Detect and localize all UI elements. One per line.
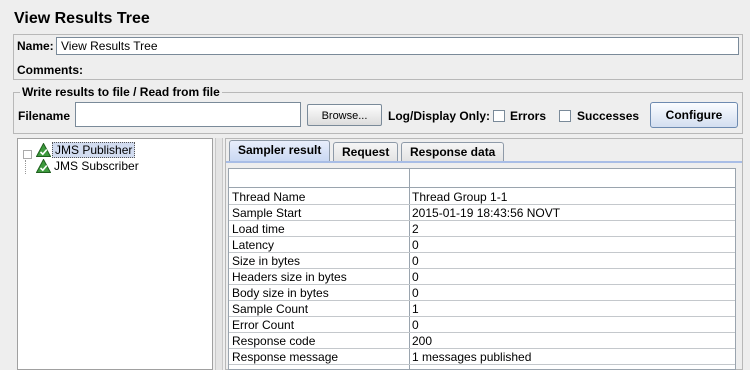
table-row: Response message 1 messages published <box>229 349 735 365</box>
row-key: Sample Count <box>232 302 309 316</box>
configure-button[interactable]: Configure <box>650 102 738 128</box>
row-key: Response code <box>232 334 316 348</box>
successes-label: Successes <box>577 109 640 123</box>
table-row: Sample Start 2015-01-19 18:43:56 NOVT <box>229 205 735 221</box>
row-key: Body size in bytes <box>232 286 329 300</box>
browse-button[interactable]: Browse... <box>307 104 382 126</box>
row-value: 1 messages published <box>412 350 532 364</box>
row-key: Load time <box>232 222 285 236</box>
errors-checkbox[interactable] <box>493 110 505 122</box>
row-value: 0 <box>412 254 419 268</box>
name-comments-panel: Name: Comments: <box>13 34 743 80</box>
row-key: Response message <box>232 350 339 364</box>
table-row: Response code 200 <box>229 333 735 349</box>
row-key: Sample Start <box>232 206 302 220</box>
tree-connector-line <box>25 160 26 174</box>
table-row: Size in bytes 0 <box>229 253 735 269</box>
row-value: 200 <box>412 334 433 348</box>
row-value: 0 <box>412 238 419 252</box>
row-value: 2 <box>412 222 419 236</box>
sampler-result-table[interactable]: Thread Name Thread Group 1-1 Sample Star… <box>228 168 736 370</box>
row-key: Latency <box>232 238 275 252</box>
successes-checkbox[interactable] <box>559 110 571 122</box>
tree-item-label: JMS Subscriber <box>54 159 139 173</box>
tab-response-data[interactable]: Response data <box>401 142 505 162</box>
tree-root-toggle[interactable] <box>23 150 32 159</box>
table-row: Body size in bytes 0 <box>229 285 735 301</box>
row-value: 0 <box>412 318 419 332</box>
row-key: Thread Name <box>232 190 306 204</box>
row-value: Thread Group 1-1 <box>412 190 508 204</box>
row-value: 0 <box>412 286 419 300</box>
errors-label: Errors <box>510 109 547 123</box>
filename-label: Filename <box>18 109 71 123</box>
table-row: Latency 0 <box>229 237 735 253</box>
tab-strip-underline <box>226 161 742 163</box>
tree-item-label: JMS Publisher <box>52 142 136 158</box>
row-key: Size in bytes <box>232 254 301 268</box>
success-sampler-icon <box>36 159 51 173</box>
log-display-only-label: Log/Display Only: <box>388 109 491 123</box>
page-title: View Results Tree <box>14 10 150 27</box>
name-field[interactable] <box>56 37 739 55</box>
table-row: Load time 2 <box>229 221 735 237</box>
table-row: Error Count 0 <box>229 317 735 333</box>
write-results-title: Write results to file / Read from file <box>20 85 222 99</box>
row-key: Error Count <box>232 318 295 332</box>
table-header-row <box>229 169 735 188</box>
tab-sampler-result[interactable]: Sampler result <box>229 140 331 163</box>
tab-request[interactable]: Request <box>333 142 399 162</box>
table-row: Headers size in bytes 0 <box>229 269 735 285</box>
split-pane-divider[interactable] <box>215 138 223 370</box>
results-tree: JMS Publisher JMS Subscriber <box>17 138 213 370</box>
row-key: Headers size in bytes <box>232 270 347 284</box>
success-sampler-icon <box>36 143 51 157</box>
name-label: Name: <box>17 39 54 53</box>
comments-label: Comments: <box>17 63 84 77</box>
filename-input[interactable] <box>75 102 301 127</box>
row-value: 1 <box>412 302 419 316</box>
row-value: 0 <box>412 270 419 284</box>
table-row: Sample Count 1 <box>229 301 735 317</box>
row-value: 2015-01-19 18:43:56 NOVT <box>412 206 561 220</box>
table-row: Thread Name Thread Group 1-1 <box>229 189 735 205</box>
